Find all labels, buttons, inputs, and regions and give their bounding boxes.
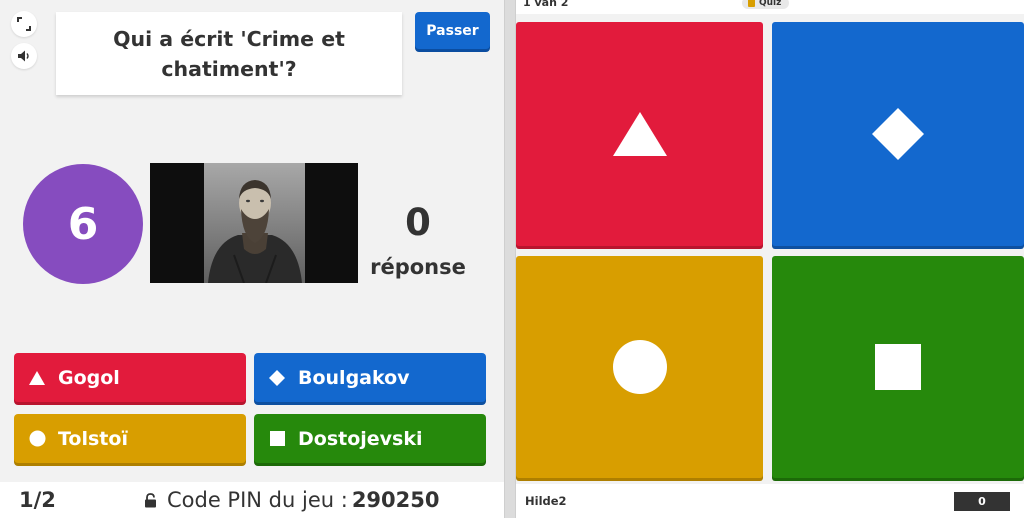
diamond-icon — [266, 367, 288, 389]
answer-count: 0 — [405, 201, 431, 244]
triangle-icon — [26, 367, 48, 389]
question-card: Qui a écrit 'Crime et chatiment'? — [56, 12, 402, 95]
question-progress: 1/2 — [19, 488, 56, 512]
speaker-icon — [18, 50, 29, 62]
lock-icon[interactable] — [144, 492, 157, 508]
answer-tile-circle[interactable] — [516, 256, 763, 478]
question-text: Qui a écrit 'Crime et chatiment'? — [113, 26, 345, 81]
countdown-timer: 6 — [23, 164, 143, 284]
sound-button[interactable] — [11, 43, 37, 69]
question-image — [150, 163, 358, 283]
square-icon — [266, 428, 288, 450]
answer-option-tolstoi[interactable]: Tolstoï — [14, 414, 246, 463]
host-footer: 1/2 Code PIN du jeu : 290250 — [0, 482, 504, 518]
game-pin: Code PIN du jeu : 290250 — [144, 488, 439, 512]
answer-option-boulgakov[interactable]: Boulgakov — [254, 353, 486, 402]
answer-count-label: réponse — [370, 255, 466, 279]
game-pin-value: 290250 — [351, 488, 440, 512]
author-portrait-icon — [150, 163, 358, 283]
answer-label: Dostojevski — [298, 427, 423, 450]
player-question-progress: 1 van 2 — [523, 0, 569, 9]
player-nickname: Hilde2 — [525, 494, 567, 508]
answer-label: Tolstoï — [58, 427, 128, 450]
answer-option-dostojevski[interactable]: Dostojevski — [254, 414, 486, 463]
answer-tile-diamond[interactable] — [772, 22, 1024, 246]
host-panel: Qui a écrit 'Crime et chatiment'? Passer… — [0, 0, 504, 518]
player-panel: 1 van 2 Quiz Hilde2 0 — [516, 0, 1024, 518]
answer-label: Gogol — [58, 366, 120, 389]
quiz-badge: Quiz — [742, 0, 790, 9]
triangle-icon — [612, 112, 667, 156]
diamond-icon — [872, 108, 924, 160]
player-top-bar: 1 van 2 Quiz — [516, 0, 1024, 14]
answer-tile-square[interactable] — [772, 256, 1024, 478]
game-pin-label: Code PIN du jeu : — [167, 488, 348, 512]
player-score: 0 — [954, 492, 1010, 511]
square-icon — [875, 344, 921, 390]
skip-button[interactable]: Passer — [415, 12, 490, 49]
circle-icon — [26, 428, 48, 450]
quiz-badge-label: Quiz — [759, 0, 782, 8]
circle-icon — [612, 340, 667, 394]
answer-label: Boulgakov — [298, 366, 410, 389]
answer-option-gogol[interactable]: Gogol — [14, 353, 246, 402]
quiz-icon — [748, 0, 755, 7]
split-divider — [504, 0, 516, 518]
timer-value: 6 — [67, 198, 99, 250]
player-footer: Hilde2 0 — [516, 484, 1024, 518]
fullscreen-icon — [17, 17, 31, 31]
answer-tile-triangle[interactable] — [516, 22, 763, 246]
fullscreen-button[interactable] — [11, 11, 37, 37]
